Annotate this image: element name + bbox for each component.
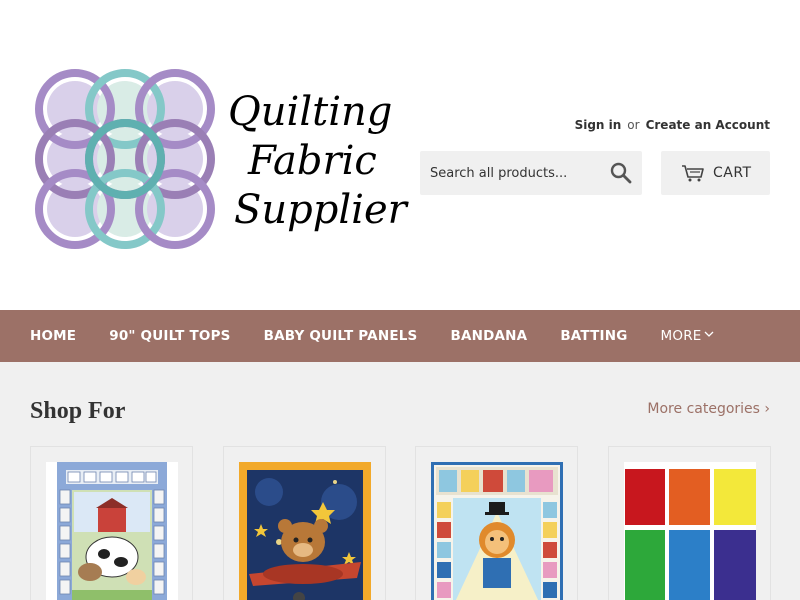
main-content: Shop For More categories ›: [0, 362, 800, 600]
nav-item-bandana[interactable]: BANDANA: [450, 328, 527, 344]
site-header: Quilting Fabric Supplier Sign in or Create…: [0, 0, 800, 310]
cart-button[interactable]: CART: [661, 151, 770, 195]
category-card-3[interactable]: [415, 446, 578, 600]
cart-icon: [682, 165, 704, 182]
search-icon: [610, 162, 632, 184]
nav-item-batting[interactable]: BATTING: [560, 328, 627, 344]
nav-item-90-quilt-tops[interactable]: 90" QUILT TOPS: [109, 328, 230, 344]
logo-text: Quilting Fabric Supplier: [228, 88, 407, 235]
nav-item-more[interactable]: MORE: [661, 328, 714, 344]
category-image-solids: [624, 462, 756, 600]
logo-rings-icon: [35, 69, 215, 249]
search-input[interactable]: [420, 151, 600, 195]
logo-line-3: Supplier: [234, 187, 407, 233]
nav-item-baby-quilt-panels[interactable]: BABY QUILT PANELS: [264, 328, 418, 344]
create-account-link[interactable]: Create an Account: [646, 118, 770, 132]
category-image-circus-panel: [431, 462, 563, 600]
sign-in-link[interactable]: Sign in: [575, 118, 622, 132]
more-categories-link[interactable]: More categories ›: [647, 401, 770, 417]
site-logo[interactable]: Quilting Fabric Supplier: [30, 64, 407, 254]
chevron-down-icon: [704, 331, 713, 337]
main-nav: HOME 90" QUILT TOPS BABY QUILT PANELS BA…: [0, 310, 800, 362]
search-button[interactable]: [610, 162, 632, 184]
logo-line-1: Quilting: [228, 89, 393, 135]
category-image-teddy-panel: [239, 462, 371, 600]
search-bar: [420, 151, 642, 195]
cart-label: CART: [713, 165, 752, 181]
category-image-farm-panel: [46, 462, 178, 600]
account-links: Sign in or Create an Account: [575, 118, 770, 132]
section-title: Shop For: [30, 398, 126, 424]
category-card-2[interactable]: [223, 446, 386, 600]
nav-item-home[interactable]: HOME: [30, 328, 76, 344]
nav-more-label: MORE: [660, 328, 702, 344]
logo-line-2: Fabric: [248, 138, 377, 184]
category-card-1[interactable]: [30, 446, 193, 600]
category-card-4[interactable]: [608, 446, 771, 600]
or-separator: or: [627, 118, 640, 132]
